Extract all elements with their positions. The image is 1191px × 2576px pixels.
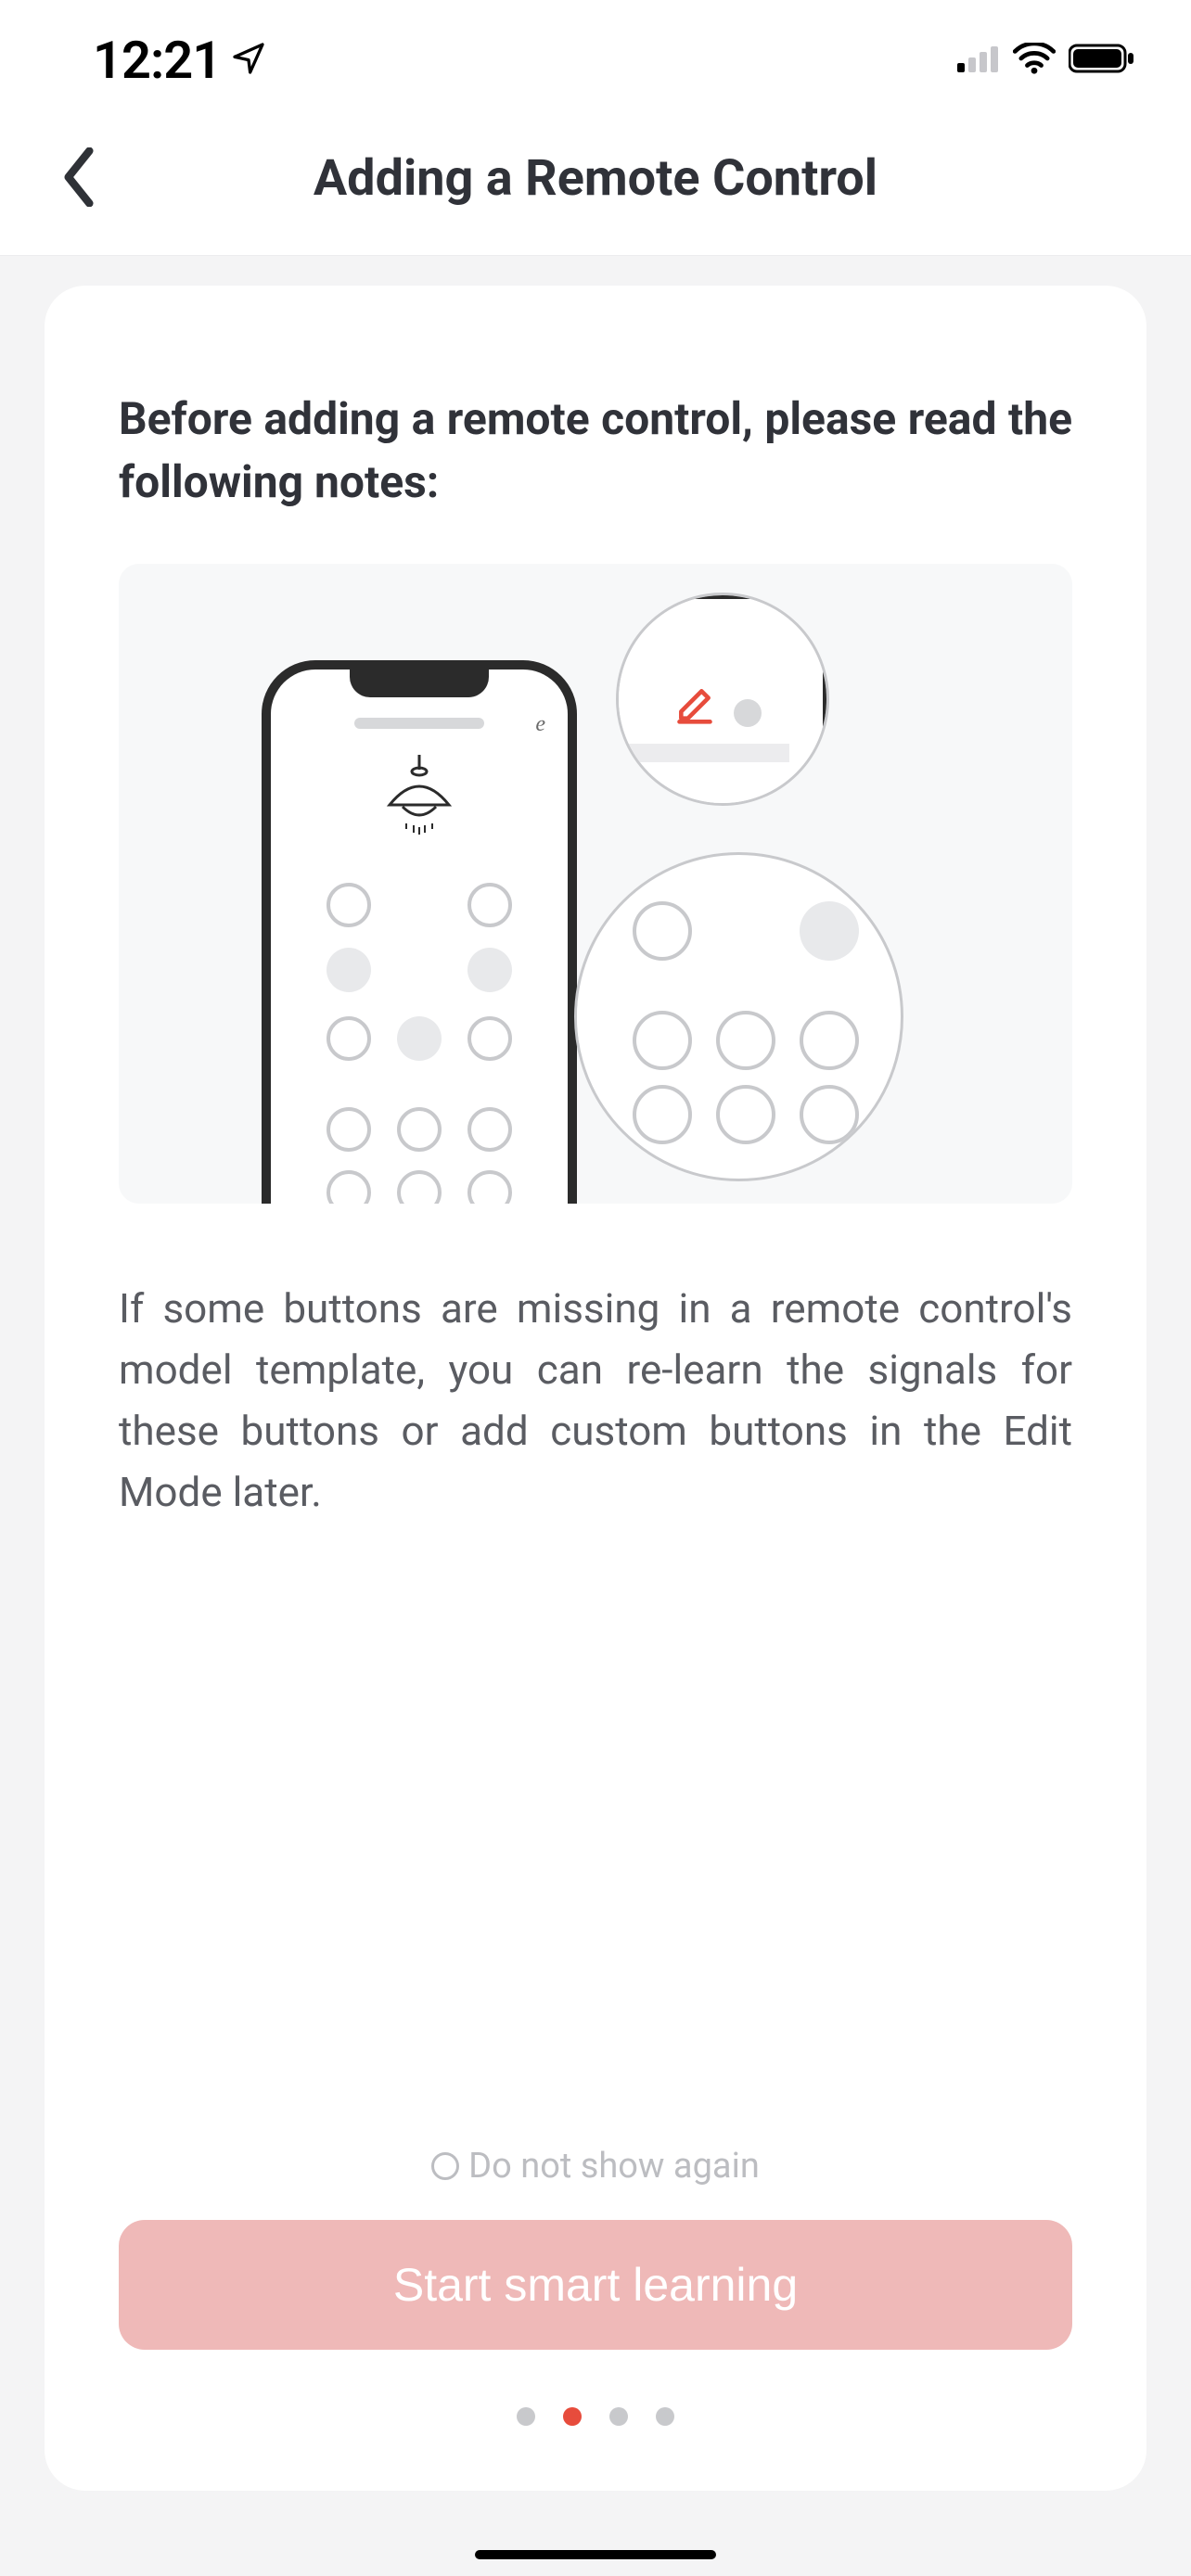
back-button[interactable] <box>37 137 121 221</box>
illustration: e <box>119 564 1072 1204</box>
checkbox-empty-icon <box>431 2152 459 2180</box>
start-smart-learning-button[interactable]: Start smart learning <box>119 2220 1072 2350</box>
status-right <box>957 43 1135 78</box>
do-not-show-toggle[interactable]: Do not show again <box>119 2146 1072 2187</box>
status-left: 12:21 <box>93 30 267 91</box>
wifi-icon <box>1013 43 1056 78</box>
page-dot[interactable] <box>656 2407 674 2426</box>
page-dot[interactable] <box>517 2407 535 2426</box>
zoom-bubble-edit <box>616 593 829 806</box>
page-dot[interactable] <box>563 2407 582 2426</box>
battery-icon <box>1069 43 1135 78</box>
chevron-left-icon <box>61 147 96 210</box>
status-bar: 12:21 <box>0 0 1191 102</box>
status-time: 12:21 <box>93 30 221 91</box>
body-text: If some buttons are missing in a remote … <box>119 1278 1072 1523</box>
page-dot[interactable] <box>609 2407 628 2426</box>
do-not-show-label: Do not show again <box>468 2146 760 2187</box>
edit-pencil-icon <box>674 684 715 729</box>
edit-letter-icon: e <box>535 712 545 737</box>
page-indicator[interactable] <box>119 2407 1072 2426</box>
intro-heading: Before adding a remote control, please r… <box>119 388 1072 514</box>
header: Adding a Remote Control <box>0 102 1191 256</box>
cellular-icon <box>957 45 1000 76</box>
lamp-icon <box>373 753 466 840</box>
location-icon <box>230 40 267 81</box>
zoom-bubble-buttons <box>574 852 903 1181</box>
page-title: Adding a Remote Control <box>0 149 1191 208</box>
content-card: Before adding a remote control, please r… <box>45 286 1146 2491</box>
home-indicator[interactable] <box>475 2550 716 2559</box>
phone-mockup: e <box>262 660 577 1204</box>
